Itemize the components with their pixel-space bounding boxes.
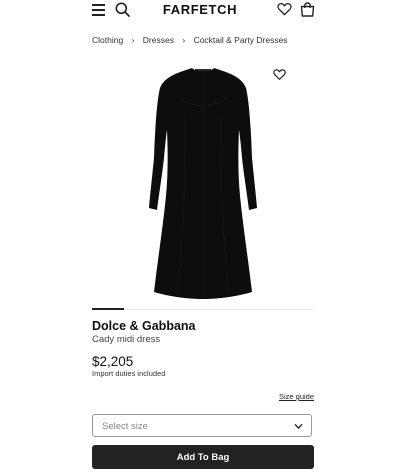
site-logo[interactable]: FARFETCH (0, 2, 400, 17)
product-name: Cady midi dress (92, 334, 161, 345)
chevron-down-icon (294, 424, 303, 429)
product-image[interactable] (92, 58, 314, 304)
breadcrumb-clothing[interactable]: Clothing (92, 35, 123, 45)
wishlist-header-icon[interactable] (277, 2, 292, 16)
product-price: $2,205 (92, 354, 134, 369)
duties-note: Import duties included (92, 369, 166, 378)
breadcrumb: Clothing › Dresses › Cocktail & Party Dr… (92, 35, 288, 45)
breadcrumb-separator: › (131, 35, 135, 45)
size-select-placeholder: Select size (102, 421, 148, 432)
breadcrumb-dresses[interactable]: Dresses (143, 35, 174, 45)
gallery-indicator[interactable] (92, 308, 314, 310)
gallery-track (92, 309, 314, 310)
add-to-bag-button[interactable]: Add To Bag (92, 445, 314, 469)
size-select[interactable]: Select size (92, 414, 312, 437)
gallery-active-marker (92, 308, 124, 310)
top-header: FARFETCH (0, 0, 400, 22)
breadcrumb-cocktail-party-dresses[interactable]: Cocktail & Party Dresses (194, 35, 288, 45)
wishlist-icon[interactable] (273, 68, 286, 81)
size-guide-link[interactable]: Size guide (279, 392, 314, 401)
breadcrumb-separator: › (182, 35, 186, 45)
product-brand[interactable]: Dolce & Gabbana (92, 319, 196, 333)
bag-icon[interactable] (300, 2, 315, 17)
